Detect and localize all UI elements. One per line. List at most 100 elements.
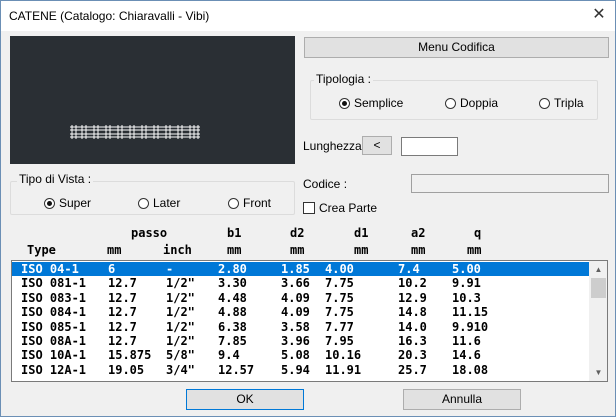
radio-dot-icon	[445, 97, 456, 109]
table-cell: 14.6	[452, 348, 481, 363]
table-cell: 15.875	[108, 348, 152, 363]
header-passo-mm: mm	[107, 243, 122, 257]
table-row[interactable]: ISO 084-1 12.7 1/2" 4.88 4.09 7.75 14.8 11.15	[12, 305, 590, 319]
table-row[interactable]: ISO 10A-1 15.875 5/8" 9.4 5.08 10.16 20.3 14.6	[12, 348, 590, 362]
table-cell: 5.94	[281, 362, 310, 377]
radio-later-label: Later	[153, 196, 181, 210]
table-cell: 2.80	[218, 262, 247, 276]
radio-tripla-label: Tripla	[554, 96, 584, 110]
header-passo: passo	[131, 226, 168, 240]
table-cell: 14.0	[398, 319, 427, 334]
table-cell: 12.7	[108, 334, 137, 348]
radio-front[interactable]: Front	[228, 196, 271, 210]
table-cell: 11.15	[452, 305, 489, 320]
ok-button[interactable]: OK	[186, 389, 304, 410]
table-cell: 7.85	[218, 334, 247, 348]
list-scrollbar[interactable]: ▲ ▼	[589, 261, 607, 381]
header-q-mm: mm	[467, 243, 482, 257]
radio-tripla[interactable]: Tripla	[539, 96, 584, 110]
table-cell: 7.75	[325, 290, 354, 305]
table-cell: ISO 12A-1	[21, 362, 87, 377]
radio-doppia[interactable]: Doppia	[445, 96, 498, 110]
table-cell: 1/2"	[166, 319, 195, 334]
radio-super[interactable]: Super	[44, 196, 91, 210]
header-a2: a2	[411, 226, 426, 240]
table-cell: 7.4	[398, 262, 420, 276]
codice-label: Codice :	[303, 177, 348, 191]
table-cell: 7.75	[325, 276, 354, 291]
scroll-thumb[interactable]	[591, 278, 606, 298]
table-cell: ISO 10A-1	[21, 348, 87, 363]
table-cell: 12.7	[108, 305, 137, 320]
table-row[interactable]: ISO 085-1 12.7 1/2" 6.38 3.58 7.77 14.0 9.910	[12, 320, 590, 334]
radio-dot-icon	[44, 197, 55, 209]
checkbox-icon	[303, 202, 315, 214]
radio-super-label: Super	[59, 196, 92, 210]
table-cell: 12.9	[398, 290, 427, 305]
table-cell: ISO 085-1	[21, 319, 87, 334]
dialog-window: CATENE (Catalogo: Chiaravalli - Vibi) ✕	[0, 0, 616, 417]
table-cell: 6	[108, 262, 116, 276]
radio-dot-icon	[138, 197, 149, 209]
table-cell: 25.7	[398, 362, 427, 377]
table-cell: 18.08	[452, 362, 489, 377]
table-cell: 12.7	[108, 290, 137, 305]
table-cell: 4.09	[281, 290, 310, 305]
table-cell: 12.57	[218, 362, 255, 377]
table-row[interactable]: ISO 04-1 6 - 2.80 1.85 4.00 7.4 5.00	[12, 262, 590, 276]
table-cell: 14.8	[398, 305, 427, 320]
table-cell: 7.77	[325, 319, 354, 334]
table-cell: ISO 083-1	[21, 290, 87, 305]
crea-parte-checkbox[interactable]: Crea Parte	[303, 201, 377, 215]
scroll-down-icon[interactable]: ▼	[590, 364, 607, 381]
chain-list[interactable]: ISO 04-1 6 - 2.80 1.85 4.00 7.4 5.00 ISO 081-1 12…	[11, 260, 608, 382]
table-cell: 16.3	[398, 334, 427, 348]
table-cell: 9.4	[218, 348, 240, 363]
header-d1-mm: mm	[354, 243, 369, 257]
table-cell: ISO 081-1	[21, 276, 87, 291]
table-cell: 5/8"	[166, 348, 195, 363]
table-cell: ISO 08A-1	[21, 334, 87, 348]
header-type: Type	[27, 243, 56, 257]
table-cell: 1.85	[281, 262, 310, 276]
table-row[interactable]: ISO 12A-1 19.05 3/4" 12.57 5.94 11.91 25.7 18.0…	[12, 363, 590, 377]
header-d2: d2	[290, 226, 305, 240]
header-d1: d1	[354, 226, 369, 240]
radio-semplice[interactable]: Semplice	[339, 96, 403, 110]
table-cell: 12.7	[108, 276, 137, 291]
header-q: q	[474, 226, 482, 240]
table-row[interactable]: ISO 083-1 12.7 1/2" 4.48 4.09 7.75 12.9 10.3	[12, 291, 590, 305]
annulla-button[interactable]: Annulla	[403, 389, 521, 410]
table-cell: 11.6	[452, 334, 481, 348]
table-cell: 3/4"	[166, 362, 195, 377]
close-icon[interactable]: ✕	[589, 5, 609, 25]
table-cell: 3.96	[281, 334, 310, 348]
codice-input[interactable]	[411, 174, 609, 193]
table-row[interactable]: ISO 08A-1 12.7 1/2" 7.85 3.96 7.95 16.3 11.6	[12, 334, 590, 348]
table-cell: 10.2	[398, 276, 427, 291]
menu-codifica-button[interactable]: Menu Codifica	[304, 37, 609, 58]
table-cell: 6.38	[218, 319, 247, 334]
lunghezza-label: Lunghezza	[303, 139, 362, 153]
table-cell: 10.16	[325, 348, 362, 363]
table-cell: 3.58	[281, 319, 310, 334]
header-passo-inch: inch	[163, 243, 192, 257]
table-cell: 10.3	[452, 290, 481, 305]
table-cell: 19.05	[108, 362, 145, 377]
lunghezza-prev-button[interactable]: <	[362, 136, 392, 155]
table-cell: 1/2"	[166, 305, 195, 320]
table-cell: 12.7	[108, 319, 137, 334]
table-cell: 7.75	[325, 305, 354, 320]
table-row[interactable]: ISO 081-1 12.7 1/2" 3.30 3.66 7.75 10.2 9.91	[12, 276, 590, 290]
radio-semplice-label: Semplice	[354, 96, 404, 110]
crea-parte-label: Crea Parte	[319, 201, 378, 215]
tipo-vista-title: Tipo di Vista :	[17, 172, 94, 186]
lunghezza-input[interactable]	[401, 137, 458, 156]
table-cell: 7.95	[325, 334, 354, 348]
radio-later[interactable]: Later	[138, 196, 180, 210]
table-cell: 4.00	[325, 262, 354, 276]
scroll-up-icon[interactable]: ▲	[590, 261, 607, 278]
radio-doppia-label: Doppia	[460, 96, 499, 110]
title-bar: CATENE (Catalogo: Chiaravalli - Vibi) ✕	[1, 1, 615, 31]
chain-preview	[10, 36, 295, 164]
